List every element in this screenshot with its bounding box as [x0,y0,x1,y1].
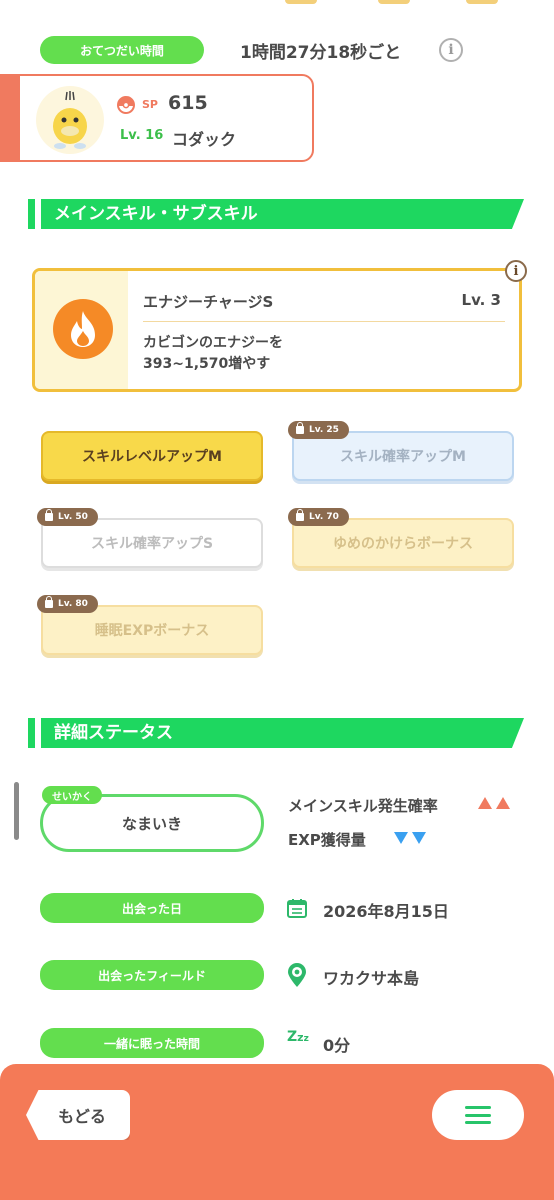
sp-value: 615 [168,92,208,114]
section-header-details: 詳細ステータス [28,718,524,748]
fire-icon [53,299,113,359]
met-field-value: ワカクサ本島 [323,969,420,988]
main-skill-name: エナジーチャージS [143,293,274,311]
top-tab-partial [378,0,410,4]
location-pin-icon [286,962,308,988]
slept-time-value: 0分 [323,1036,351,1055]
divider [143,321,505,322]
psyduck-icon [53,91,87,149]
met-date-label: 出会った日 [40,893,264,923]
helper-time-value: 1時間27分18秒ごと [240,43,402,63]
lock-badge: Lv. 25 [288,421,349,439]
skill-info-icon[interactable]: i [505,260,527,282]
sp-label: SP [142,98,158,111]
back-button-label: もどる [58,1107,106,1126]
section-title: メインスキル・サブスキル [54,204,258,224]
description-line: 393~1,570増やす [143,356,271,372]
nature-up-stat: メインスキル発生確率 [288,797,438,815]
pokeball-icon [117,96,135,114]
top-tab-partial [466,0,498,4]
scrollbar[interactable] [14,782,19,840]
lock-level: Lv. 70 [309,512,339,522]
description-line: カビゴンのエナジーを [143,335,283,351]
top-tab-partial [285,0,317,4]
lock-level: Lv. 50 [58,512,88,522]
pokemon-name: コダック [172,130,237,149]
slept-time-label: 一緒に眠った時間 [40,1028,264,1058]
down-arrow-icon [394,832,408,844]
lock-icon [45,596,53,608]
nature-tag: せいかく [42,786,102,804]
main-skill-level: Lv. 3 [461,291,501,309]
lock-badge: Lv. 80 [37,595,98,613]
lock-level: Lv. 25 [309,425,339,435]
menu-button[interactable] [432,1090,524,1140]
calendar-icon [286,897,308,919]
lock-badge: Lv. 70 [288,508,349,526]
back-button[interactable]: もどる [26,1090,130,1140]
lock-icon [45,509,53,521]
met-date-value: 2026年8月15日 [323,902,449,921]
section-title: 詳細ステータス [54,723,173,743]
sleep-zzz-icon: Zzz [287,1029,309,1045]
main-skill-card[interactable]: エナジーチャージS Lv. 3 カビゴンのエナジーを 393~1,570増やす [32,268,522,392]
card-accent [0,74,20,162]
up-arrow-icon [478,797,492,809]
lock-level: Lv. 80 [58,599,88,609]
main-skill-description: カビゴンのエナジーを 393~1,570増やす [143,333,473,375]
pokemon-level: Lv. 16 [120,128,164,143]
down-arrow-icon [412,832,426,844]
lock-badge: Lv. 50 [37,508,98,526]
up-arrow-icon [496,797,510,809]
pokemon-avatar [36,86,104,154]
hamburger-icon [465,1106,491,1124]
sub-skill-1[interactable]: スキルレベルアップM [41,431,263,481]
pokemon-card[interactable]: SP 615 Lv. 16 コダック [0,74,314,162]
nature-down-stat: EXP獲得量 [288,831,366,849]
section-header-skills: メインスキル・サブスキル [28,199,524,229]
met-field-label: 出会ったフィールド [40,960,264,990]
info-icon[interactable]: i [439,38,463,62]
helper-time-label: おてつだい時間 [40,36,204,64]
lock-icon [296,422,304,434]
lock-icon [296,509,304,521]
